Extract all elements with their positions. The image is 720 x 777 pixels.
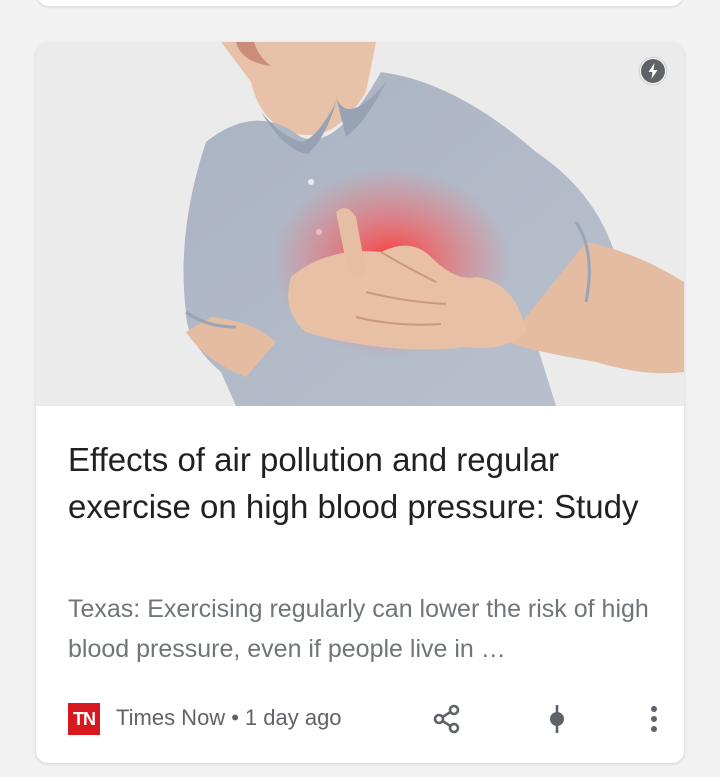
source-row: TN Times Now • 1 day ago xyxy=(68,702,658,736)
article-image[interactable] xyxy=(36,42,684,406)
article-headline[interactable]: Effects of air pollution and regular exe… xyxy=(68,436,658,530)
pin-button[interactable] xyxy=(540,702,574,736)
source-info: Times Now • 1 day ago xyxy=(116,705,342,731)
article-snippet: Texas: Exercising regularly can lower th… xyxy=(68,595,649,663)
more-vert-icon xyxy=(651,706,657,732)
pin-icon xyxy=(550,705,564,733)
publisher-logo: TN xyxy=(68,703,100,735)
separator-dot: • xyxy=(231,705,239,730)
share-button[interactable] xyxy=(430,702,464,736)
amp-lightning-icon xyxy=(640,58,666,84)
publisher-name: Times Now xyxy=(116,705,226,730)
news-card[interactable]: Effects of air pollution and regular exe… xyxy=(36,42,684,763)
more-options-button[interactable] xyxy=(637,702,671,736)
publish-time: 1 day ago xyxy=(244,705,342,730)
previous-card[interactable] xyxy=(37,0,683,6)
share-icon xyxy=(433,704,460,734)
chest-pain-illustration xyxy=(36,42,684,406)
